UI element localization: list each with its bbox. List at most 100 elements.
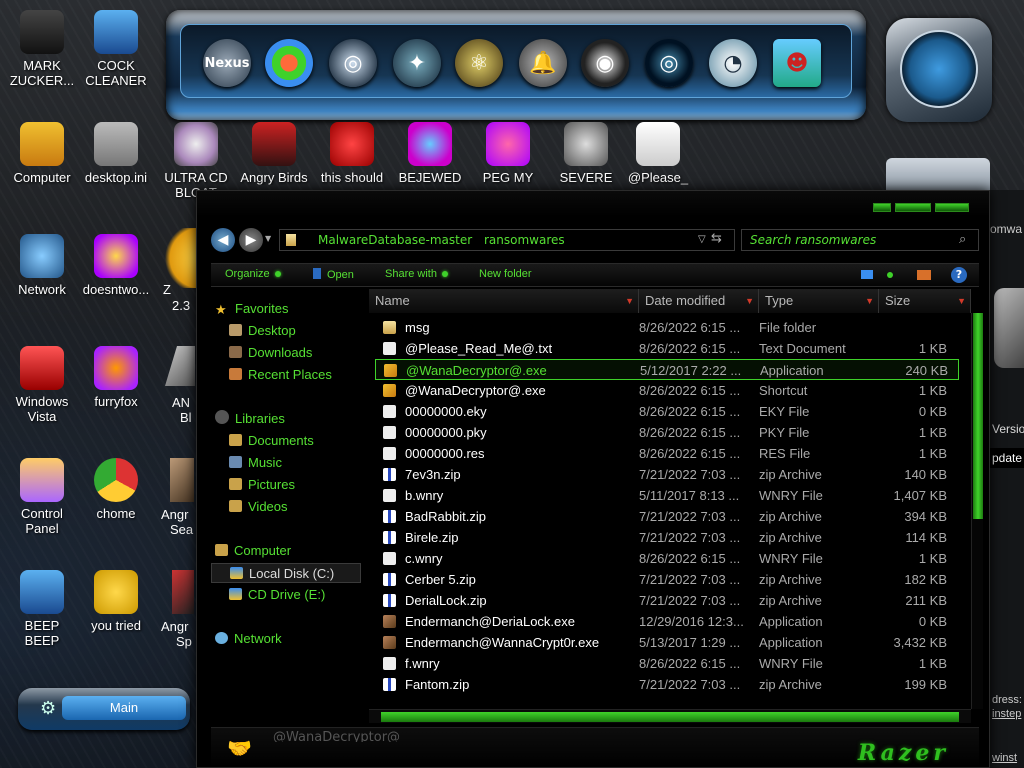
gem-icon [408,122,452,166]
column-header-date[interactable]: Date modified ▼ [639,289,759,313]
camera-icon[interactable]: ◎ [645,39,693,87]
shield-icon[interactable]: ✦ [393,39,441,87]
nav-downloads[interactable]: Downloads [211,343,361,363]
desktop-icon-star-wars[interactable]: Angry Birds [232,122,316,185]
refresh-icon[interactable]: ⇆ [711,231,722,246]
organize-button[interactable]: Organize [225,268,281,280]
file-zip-icon [383,594,396,607]
open-button[interactable]: Open [313,268,354,281]
file-row[interactable]: f.wnry 8/26/2022 6:15 ... WNRY File 1 KB [375,653,959,674]
file-row[interactable]: b.wnry 5/11/2017 8:13 ... WNRY File 1,407 K… [375,485,959,506]
address-bar[interactable]: MalwareDatabase-master ransomwares ▽ [279,229,735,251]
file-row[interactable]: msg 8/26/2022 6:15 ... File folder [375,317,959,338]
column-header-type[interactable]: Type ▼ [759,289,879,313]
desktop-icon-recycle-bin[interactable]: Windows Vista [0,346,84,424]
main-button[interactable]: Main [62,696,186,720]
file-name: 00000000.eky [405,404,487,419]
dropdown-arrow-icon[interactable]: ▼ [265,234,271,243]
desktop-icon-angry-bird[interactable]: this should [310,122,394,185]
partial-text[interactable]: pdate [990,448,1024,468]
file-row[interactable]: 00000000.eky 8/26/2022 6:15 ... EKY File 0 … [375,401,959,422]
nexus-icon[interactable]: Nexus [203,39,251,87]
nav-videos[interactable]: Videos [211,497,361,517]
desktop-icon-yahoo[interactable]: doesntwo... [74,234,158,297]
file-row[interactable]: 00000000.res 8/26/2022 6:15 ... RES File 1 … [375,443,959,464]
help-icon[interactable]: ? [951,267,967,283]
nav-documents[interactable]: Documents [211,431,361,451]
back-button[interactable]: ◀ [211,228,235,252]
view-options-icon[interactable] [861,270,873,279]
new-folder-button[interactable]: New folder [479,268,532,280]
desktop-icon-blue-phone[interactable]: BEEP BEEP [0,570,84,648]
game-character-icon[interactable]: ☻ [773,39,821,87]
file-row[interactable]: @WanaDecryptor@.exe 8/26/2022 6:15 ... Sho… [375,380,959,401]
desktop-icon-peggle[interactable]: PEG MY [466,122,550,185]
minimize-button[interactable] [873,203,891,212]
file-row[interactable]: Cerber 5.zip 7/21/2022 7:03 ... zip Archiv… [375,569,959,590]
desktop-icon-firefox[interactable]: furryfox [74,346,158,409]
nav-local-disk[interactable]: Local Disk (C:) [211,563,361,583]
atom-icon[interactable]: ⚛ [455,39,503,87]
scroll-thumb[interactable] [381,712,959,722]
desktop-icon-computer[interactable]: Computer [0,122,84,185]
close-button[interactable] [935,203,969,212]
partial-link[interactable]: instep [992,708,1021,720]
partial-link[interactable]: winst [992,752,1017,764]
nav-desktop[interactable]: Desktop [211,321,361,341]
file-row[interactable]: @WanaDecryptor@.exe 5/12/2017 2:22 ... App… [375,359,959,380]
gear-icon[interactable]: ⚙ [40,698,56,719]
file-row[interactable]: Birele.zip 7/21/2022 7:03 ... zip Archive 1… [375,527,959,548]
breadcrumb-item[interactable]: ransomwares [484,230,565,250]
file-row[interactable]: Endermanch@WannaCrypt0r.exe 5/13/2017 1:2… [375,632,959,653]
horizontal-scrollbar[interactable] [369,709,971,723]
nav-favorites[interactable]: ★ Favorites [211,299,361,319]
nav-computer[interactable]: Computer [211,541,361,561]
file-row[interactable]: 7ev3n.zip 7/21/2022 7:03 ... zip Archive 14… [375,464,959,485]
file-row[interactable]: DerialLock.zip 7/21/2022 7:03 ... zip Arch… [375,590,959,611]
scroll-thumb[interactable] [973,313,983,519]
nav-recent-places[interactable]: Recent Places [211,365,361,385]
file-row[interactable]: @Please_Read_Me@.txt 8/26/2022 6:15 ... Te… [375,338,959,359]
file-row[interactable]: Fantom.zip 7/21/2022 7:03 ... zip Archive 1… [375,674,959,695]
preview-pane-icon[interactable] [917,270,931,280]
globe-icon[interactable]: ◎ [329,39,377,87]
column-header-size[interactable]: Size ▼ [879,289,971,313]
clock-gadget[interactable] [886,18,992,122]
desktop-icon-gold-star[interactable]: you tried [74,570,158,633]
file-row[interactable]: BadRabbit.zip 7/21/2022 7:03 ... zip Archi… [375,506,959,527]
search-input[interactable]: Search ransomwares [741,229,979,251]
file-row[interactable]: c.wnry 8/26/2022 6:15 ... WNRY File 1 KB [375,548,959,569]
search-icon[interactable]: ⌕ [959,232,966,247]
column-header-name[interactable]: Name ▼ [369,289,639,313]
desktop-icon-chrome[interactable]: chome [74,458,158,521]
nav-cd-drive[interactable]: CD Drive (E:) [211,585,361,605]
file-type: RES File [759,446,811,461]
nav-music[interactable]: Music [211,453,361,473]
gauge-icon[interactable]: ◔ [709,39,757,87]
nav-pictures[interactable]: Pictures [211,475,361,495]
dropdown-dot-icon[interactable] [887,272,893,278]
desktop-icon-control-panel[interactable]: Control Panel [0,458,84,536]
windows-flag-icon[interactable] [265,39,313,87]
partial-icon [994,288,1024,368]
desktop-icon-text-file[interactable]: @Please_ [616,122,700,185]
nav-network[interactable]: Network [211,629,361,649]
desktop-icon-gem[interactable]: BEJEWED [388,122,472,185]
bell-icon[interactable]: 🔔 [519,39,567,87]
file-name: 00000000.pky [405,425,487,440]
desktop-icon-blue-phone[interactable]: COCK CLEANER [74,10,158,88]
nav-libraries[interactable]: Libraries [211,409,361,429]
forward-button[interactable]: ▶ [239,228,263,252]
file-row[interactable]: Endermanch@DeriaLock.exe 12/29/2016 12:3.… [375,611,959,632]
file-row[interactable]: 00000000.pky 8/26/2022 6:15 ... PKY File 1 … [375,422,959,443]
vertical-scrollbar[interactable] [971,313,983,709]
maximize-button[interactable] [895,203,931,212]
desktop-icon-person[interactable]: MARK ZUCKER... [0,10,84,88]
desktop-icon-settings-file[interactable]: desktop.ini [74,122,158,185]
chevron-down-icon[interactable]: ▽ [698,230,706,250]
desktop-icon-cd[interactable]: ULTRA CD BLOAT [154,122,238,200]
share-with-button[interactable]: Share with [385,268,448,280]
webcam-icon[interactable]: ◉ [581,39,629,87]
desktop-icon-globe-network[interactable]: Network [0,234,84,297]
breadcrumb-item[interactable]: MalwareDatabase-master [318,230,472,250]
